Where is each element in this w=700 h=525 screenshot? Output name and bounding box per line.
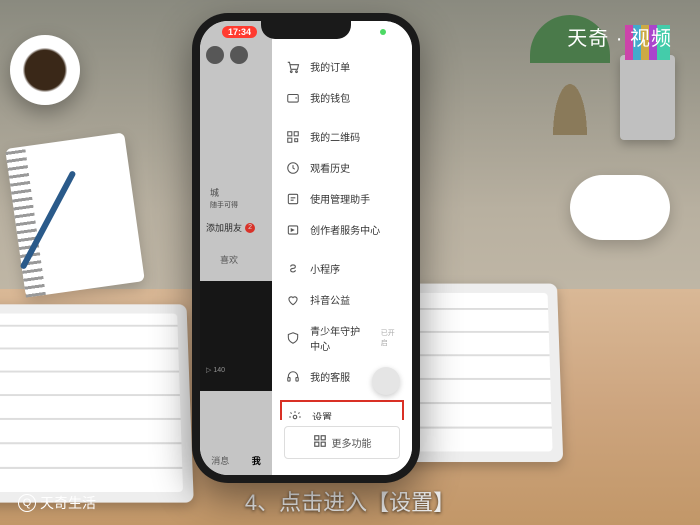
menu-item-creator[interactable]: 创作者服务中心 — [272, 214, 412, 245]
bottom-tabs: 消息 我 — [200, 454, 272, 467]
menu-item-label: 我的订单 — [310, 59, 350, 74]
menu-item-label: 我的二维码 — [310, 129, 360, 144]
menu-item-qr[interactable]: 我的二维码 — [272, 121, 412, 152]
video-thumbnail[interactable] — [200, 281, 272, 391]
side-drawer: 我的订单我的钱包我的二维码观看历史使用管理助手创作者服务中心小程序抖音公益青少年… — [272, 21, 412, 475]
notification-badge: 2 — [245, 223, 255, 233]
menu-item-wallet[interactable]: 我的钱包 — [272, 82, 412, 113]
grid-icon — [313, 434, 327, 451]
menu-item-charity[interactable]: 抖音公益 — [272, 284, 412, 315]
menu-item-admin[interactable]: 使用管理助手 — [272, 183, 412, 214]
qr-icon — [286, 130, 300, 144]
search-icon — [230, 46, 248, 64]
floating-action-button[interactable] — [372, 367, 400, 395]
cart-icon — [286, 60, 300, 74]
mini-icon — [286, 262, 300, 276]
nav-icon — [206, 46, 224, 64]
more-features-button[interactable]: 更多功能 — [284, 426, 400, 459]
wallet-icon — [286, 91, 300, 105]
admin-icon — [286, 192, 300, 206]
menu-item-label: 设置 — [312, 409, 332, 420]
service-icon — [286, 370, 300, 384]
menu-item-gear[interactable]: 设置 — [280, 400, 404, 420]
phone-notch — [261, 21, 351, 39]
add-friend-row[interactable]: 添加朋友 2 — [206, 221, 255, 234]
tab-messages[interactable]: 消息 — [211, 454, 229, 467]
like-tab[interactable]: 喜欢 — [220, 253, 238, 266]
brand-top-right: 天奇 · 视频 — [567, 22, 672, 51]
menu-item-label: 使用管理助手 — [310, 191, 370, 206]
brand-bottom-text: 天奇生活 — [40, 493, 96, 513]
charity-icon — [286, 293, 300, 307]
creator-icon — [286, 223, 300, 237]
phone-frame: 17:34 城 随手可得 添加朋友 2 喜欢 ▷ 140 — [192, 13, 420, 483]
instruction-caption: 4、点击进入【设置】 — [245, 485, 455, 517]
brand-logo-icon: Q — [18, 494, 36, 512]
menu-item-shield[interactable]: 青少年守护中心已开启 — [272, 315, 412, 361]
brand-bottom-left: Q 天奇生活 — [18, 493, 96, 513]
menu-item-label: 小程序 — [310, 261, 340, 276]
more-features-label: 更多功能 — [332, 435, 372, 450]
status-time: 17:34 — [222, 26, 257, 38]
menu-item-sublabel: 已开启 — [381, 328, 398, 348]
gear-icon — [288, 410, 302, 421]
status-indicator — [380, 29, 386, 35]
shield-icon — [286, 331, 300, 345]
phone-screen: 17:34 城 随手可得 添加朋友 2 喜欢 ▷ 140 — [200, 21, 412, 475]
tab-me[interactable]: 我 — [252, 454, 261, 467]
play-count: ▷ 140 — [206, 366, 225, 374]
menu-item-label: 抖音公益 — [310, 292, 350, 307]
dimmed-background-panel[interactable]: 城 随手可得 添加朋友 2 喜欢 ▷ 140 消息 我 — [200, 21, 272, 475]
menu-item-label: 我的钱包 — [310, 90, 350, 105]
menu-item-label: 创作者服务中心 — [310, 222, 380, 237]
section-label: 城 随手可得 — [210, 186, 238, 210]
menu-item-label: 观看历史 — [310, 160, 350, 175]
clock-icon — [286, 161, 300, 175]
menu-item-cart[interactable]: 我的订单 — [272, 51, 412, 82]
menu-item-mini[interactable]: 小程序 — [272, 253, 412, 284]
menu-item-clock[interactable]: 观看历史 — [272, 152, 412, 183]
menu-item-label: 我的客服 — [310, 369, 350, 384]
menu-item-label: 青少年守护中心 — [310, 323, 368, 353]
